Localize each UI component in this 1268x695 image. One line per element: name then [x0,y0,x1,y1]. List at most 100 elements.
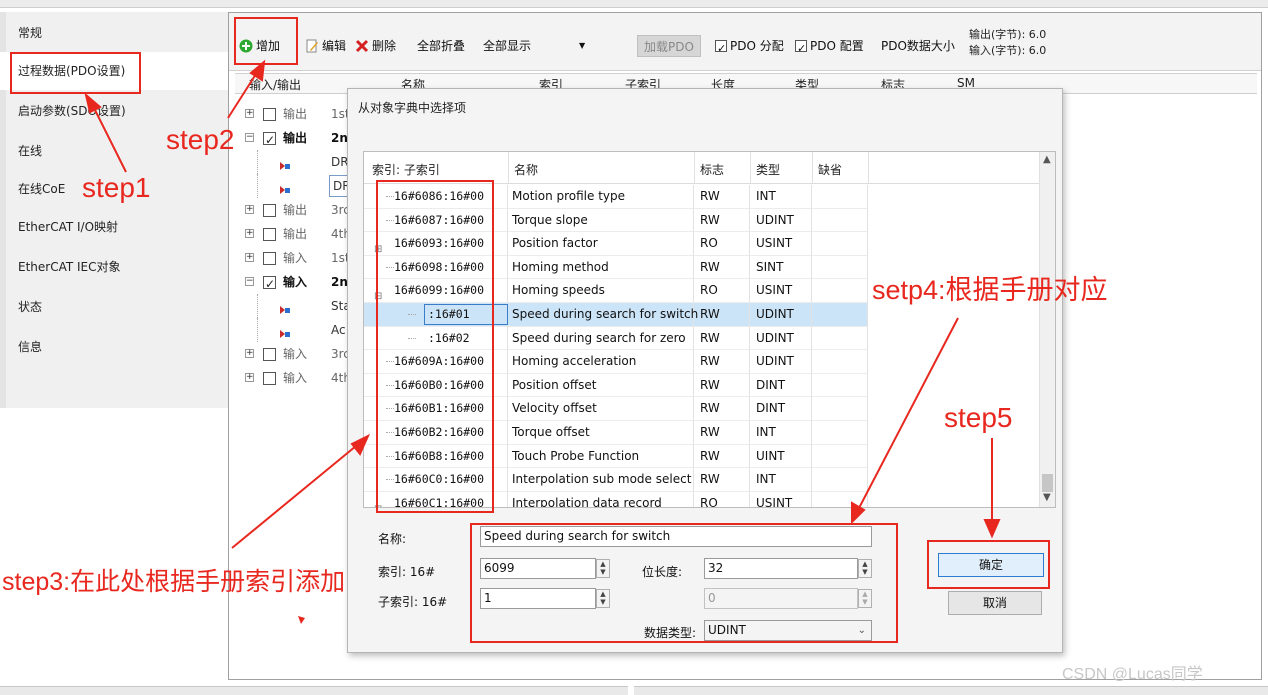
pdo-checkbox[interactable] [263,204,276,217]
tree-line [386,266,394,268]
pdo-config-checkbox[interactable]: PDO 配置 [795,35,864,60]
col-divider [694,152,695,184]
edit-button[interactable]: 编辑 [305,35,346,57]
expand-icon[interactable]: + [245,229,254,238]
add-button[interactable]: 增加 [239,35,280,57]
object-row[interactable]: 16#60B0:16#00 Position offset RW DINT [364,373,868,398]
dialog-title: 从对象字典中选择项 [358,101,467,115]
pdo-checkbox[interactable] [263,128,276,152]
bit-length-field[interactable]: 32 [704,558,858,579]
expand-icon[interactable]: + [245,109,254,118]
expand-icon[interactable]: ⊞ [374,498,382,507]
nav-item-online-coe[interactable]: 在线CoE [0,170,232,208]
mapping-entry-icon [279,300,291,314]
subindex-stepper[interactable]: ▲ ▼ [596,589,610,608]
pdo-checkbox[interactable] [263,252,276,265]
index-field[interactable]: 6099 [480,558,596,579]
scroll-up-icon[interactable]: ▲ [1043,154,1051,165]
bit-length-label: 位长度: [642,565,683,579]
object-name: Homing acceleration [512,354,637,369]
expand-icon[interactable]: + [245,205,254,214]
disabled-stepper: ▲ ▼ [858,589,872,608]
object-row[interactable]: :16#02 Speed during search for zero RW UDIN… [364,326,868,351]
object-row[interactable]: 16#60B2:16#00 Torque offset RW INT [364,421,868,445]
pdo-assign-checkbox[interactable]: PDO 分配 [715,35,784,60]
expand-icon[interactable]: + [245,373,254,382]
cell-border [812,373,868,398]
show-all-select[interactable]: 全部显示 ▼ [483,35,589,57]
object-row[interactable]: ⊞ 16#60C1:16#00 Interpolation data record R… [364,491,868,508]
cell-border [812,491,868,507]
collapse-icon[interactable]: − [245,133,254,142]
tree-line [257,150,258,174]
object-flag: RW [700,377,720,392]
object-type: DINT [756,401,786,416]
object-type: USINT [756,495,793,508]
ok-button[interactable]: 确定 [938,553,1044,577]
expand-icon[interactable]: + [245,253,254,262]
nav-item-startup-params[interactable]: 启动参数(SDO设置) [0,92,232,130]
mapping-entry-icon [279,156,291,170]
subindex-field[interactable]: 1 [480,588,596,609]
object-index: 16#60B0:16#00 [394,377,485,392]
cell-border [812,255,868,280]
object-row[interactable]: 16#60C0:16#00 Interpolation sub mode sele… [364,468,868,492]
expand-icon[interactable]: + [245,349,254,358]
object-row[interactable]: 16#6087:16#00 Torque slope RW UDINT [364,208,868,233]
delete-button[interactable]: 删除 [355,35,396,57]
checkbox-icon [795,38,807,60]
top-tab-strip [0,0,1268,8]
object-row[interactable]: ⊞ 16#6093:16#00 Position factor RO USINT [364,232,868,256]
tree-line [386,432,394,433]
col-index-subindex: 索引: 子索引 [372,163,440,177]
object-row[interactable]: 16#60B8:16#00 Touch Probe Function RW UINT [364,444,868,469]
nav-item-process-data[interactable]: 过程数据(PDO设置) [0,52,236,90]
object-flag: RW [700,307,720,321]
cell-border [812,303,868,327]
object-row[interactable]: ⊟ 16#6099:16#00 Homing speeds RO USINT [364,279,868,303]
pdo-toolbar: 增加 编辑 删除 全部折叠 全部显示 ▼ 加载PDO PDO 分配 PDO 配置… [229,13,1261,71]
object-row[interactable]: 16#60B1:16#00 Velocity offset RW DINT [364,397,868,421]
nav-item-status[interactable]: 状态 [0,288,232,326]
cell-border [812,468,868,492]
scroll-thumb[interactable] [1042,474,1053,492]
nav-item-general[interactable]: 常规 [0,14,232,52]
pdo-io: 输入 [283,371,308,385]
object-row[interactable]: 16#6098:16#00 Homing method RW SINT [364,255,868,280]
object-row[interactable]: :16#01 Speed during search for switch RW UD… [364,303,868,327]
pdo-checkbox[interactable] [263,272,276,296]
object-row[interactable]: 16#609A:16#00 Homing acceleration RW UDINT [364,350,868,374]
index-stepper[interactable]: ▲ ▼ [596,559,610,578]
pdo-name: 2n [331,275,348,289]
pdo-checkbox[interactable] [263,372,276,385]
nav-item-info[interactable]: 信息 [0,328,232,366]
datatype-select[interactable]: UDINT ⌄ [704,620,872,641]
object-name: Torque slope [512,212,588,227]
pdo-checkbox[interactable] [263,228,276,241]
nav-item-io-mapping[interactable]: EtherCAT I/O映射 [0,208,232,246]
scroll-down-icon[interactable]: ▼ [1043,492,1051,503]
vertical-scrollbar[interactable]: ▲ ▼ [1039,152,1055,507]
pdo-checkbox[interactable] [263,108,276,121]
checkbox-icon [715,38,727,60]
object-type: UDINT [756,212,794,227]
object-index: 16#609A:16#00 [394,354,485,369]
datatype-label: 数据类型: [644,626,697,640]
collapse-icon[interactable]: − [245,277,254,286]
object-flag: RW [700,189,720,203]
load-pdo-button[interactable]: 加载PDO [637,35,701,57]
object-index: 16#60B1:16#00 [394,401,485,416]
col-divider [750,152,751,184]
nav-item-iec-objects[interactable]: EtherCAT IEC对象 [0,248,232,286]
name-field[interactable]: Speed during search for switch [480,526,872,547]
tree-line [408,337,416,339]
tree-line [257,294,258,318]
object-index: 16#60C0:16#00 [394,472,485,487]
bit-length-stepper[interactable]: ▲ ▼ [858,559,872,578]
pdo-checkbox[interactable] [263,348,276,361]
cancel-button[interactable]: 取消 [948,591,1042,615]
object-row[interactable]: 16#6086:16#00 Motion profile type RW INT [364,185,868,209]
collapse-all-button[interactable]: 全部折叠 [417,35,465,57]
object-type: DINT [756,377,786,392]
nav-item-online[interactable]: 在线 [0,132,232,170]
